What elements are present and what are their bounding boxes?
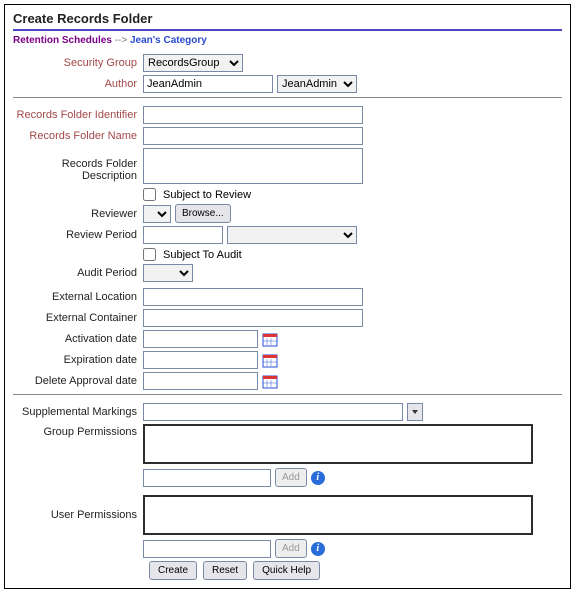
user-permission-add-input[interactable] [143, 540, 271, 558]
group-permissions-box[interactable] [143, 424, 533, 464]
external-container-input[interactable] [143, 309, 363, 327]
label-user-permissions: User Permissions [13, 495, 143, 521]
label-group-permissions: Group Permissions [13, 424, 143, 438]
label-activation-date: Activation date [13, 333, 143, 345]
label-folder-name: Records Folder Name [13, 130, 143, 142]
author-select[interactable]: JeanAdmin [277, 75, 357, 93]
breadcrumb: Retention Schedules --> Jean's Category [13, 35, 562, 54]
review-period-select[interactable] [227, 226, 357, 244]
reviewer-select[interactable] [143, 205, 171, 223]
breadcrumb-root[interactable]: Retention Schedules [13, 35, 112, 46]
external-location-input[interactable] [143, 288, 363, 306]
security-group-select[interactable]: RecordsGroup [143, 54, 243, 72]
user-permission-add-button[interactable]: Add [275, 539, 307, 558]
folder-identifier-input[interactable] [143, 106, 363, 124]
supplemental-markings-input[interactable] [144, 404, 402, 420]
label-supplemental-markings: Supplemental Markings [13, 406, 143, 418]
subject-to-review-checkbox[interactable] [143, 188, 156, 201]
calendar-icon[interactable] [262, 331, 278, 347]
expiration-date-input[interactable] [143, 351, 258, 369]
group-permission-add-button[interactable]: Add [275, 468, 307, 487]
breadcrumb-current[interactable]: Jean's Category [130, 35, 207, 46]
folder-name-input[interactable] [143, 127, 363, 145]
label-folder-identifier: Records Folder Identifier [13, 109, 143, 121]
audit-period-select[interactable] [143, 264, 193, 282]
review-period-input[interactable] [143, 226, 223, 244]
subject-to-audit-checkbox[interactable] [143, 248, 156, 261]
label-expiration-date: Expiration date [13, 354, 143, 366]
reset-button[interactable]: Reset [203, 561, 247, 580]
label-review-period: Review Period [13, 229, 143, 241]
chevron-down-icon [412, 410, 418, 414]
label-folder-desc: Records Folder Description [13, 148, 143, 182]
label-security-group: Security Group [13, 57, 143, 69]
label-subject-audit: Subject To Audit [163, 249, 242, 261]
folder-desc-textarea[interactable] [143, 148, 363, 184]
label-delete-approval-date: Delete Approval date [13, 375, 143, 387]
author-input[interactable] [143, 75, 273, 93]
page-title: Create Records Folder [13, 11, 562, 29]
label-subject-review: Subject to Review [163, 189, 251, 201]
create-button[interactable]: Create [149, 561, 197, 580]
breadcrumb-separator: --> [115, 35, 128, 46]
activation-date-input[interactable] [143, 330, 258, 348]
group-permission-add-input[interactable] [143, 469, 271, 487]
label-external-location: External Location [13, 291, 143, 303]
calendar-icon[interactable] [262, 352, 278, 368]
calendar-icon[interactable] [262, 373, 278, 389]
browse-button[interactable]: Browse... [175, 204, 231, 223]
label-external-container: External Container [13, 312, 143, 324]
label-audit-period: Audit Period [13, 267, 143, 279]
label-author: Author [13, 78, 143, 90]
user-permissions-box[interactable] [143, 495, 533, 535]
label-reviewer: Reviewer [13, 208, 143, 220]
supplemental-markings-combo[interactable] [143, 403, 403, 421]
info-icon[interactable]: i [311, 471, 325, 485]
delete-approval-date-input[interactable] [143, 372, 258, 390]
quick-help-button[interactable]: Quick Help [253, 561, 320, 580]
info-icon[interactable]: i [311, 542, 325, 556]
supplemental-markings-dropdown-button[interactable] [407, 403, 423, 421]
